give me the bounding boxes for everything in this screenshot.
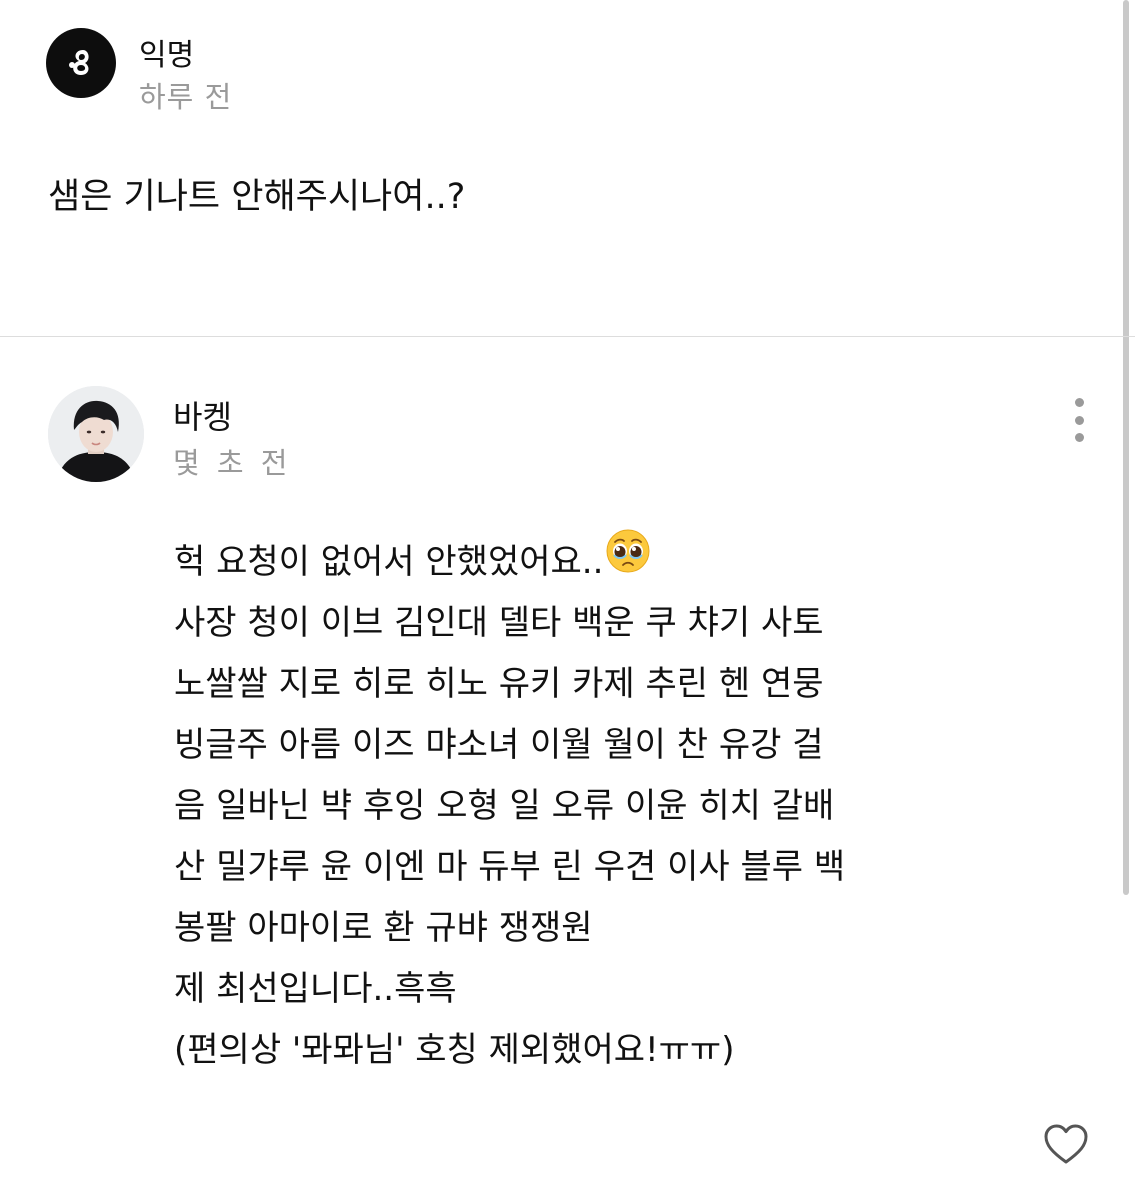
answer-body: 헉 요청이 없어서 안했었어요.. 사장 청이 이브 김인대 델타 백운 쿠 챠… [174,529,1054,1081]
answer-line: 노쌀쌀 지로 히로 히노 유키 카제 추린 헨 연뭉 [174,664,824,704]
answer-line: 음 일바닌 뱍 후잉 오형 일 오류 이윤 히치 갈배 [174,786,835,826]
question-text: 샘은 기나트 안해주시나여..? [48,177,466,217]
section-divider [0,336,1135,337]
answer-line: (편의상 '뫄뫄님' 호칭 제외했어요!ㅠㅠ) [174,1030,735,1070]
answer-line: 헉 요청이 없어서 안했었어요.. [174,529,1054,593]
more-options-button[interactable] [1064,398,1094,442]
anonymous-logo-icon [46,28,116,98]
scrollbar[interactable] [1115,0,1135,1199]
scrollbar-thumb[interactable] [1123,0,1129,895]
answer-line: 빙글주 아름 이즈 먀소녀 이월 월이 찬 유강 걸 [174,725,824,765]
answer-line: 봉팔 아마이로 환 규뱌 쟁쟁원 [174,908,593,948]
pleading-face-emoji [605,528,651,594]
more-vertical-icon [1074,398,1084,407]
question-card: 익명 하루 전 샘은 기나트 안해주시나여..? [0,0,1115,336]
answer-line: 산 밀갸루 윤 이엔 마 듀부 린 우견 이사 블루 백 [174,847,846,887]
question-timestamp: 하루 전 [139,80,233,114]
answer-line: 제 최선입니다..흑흑 [174,969,457,1009]
like-button[interactable] [1042,1122,1090,1166]
heart-outline-icon [1044,1124,1088,1164]
answer-line: 사장 청이 이브 김인대 델타 백운 쿠 챠기 사토 [174,603,824,643]
question-author: 익명 [139,38,195,73]
answer-author: 바켕 [173,398,232,436]
avatar[interactable] [48,386,144,482]
answer-timestamp: 몇 초 전 [173,446,292,480]
